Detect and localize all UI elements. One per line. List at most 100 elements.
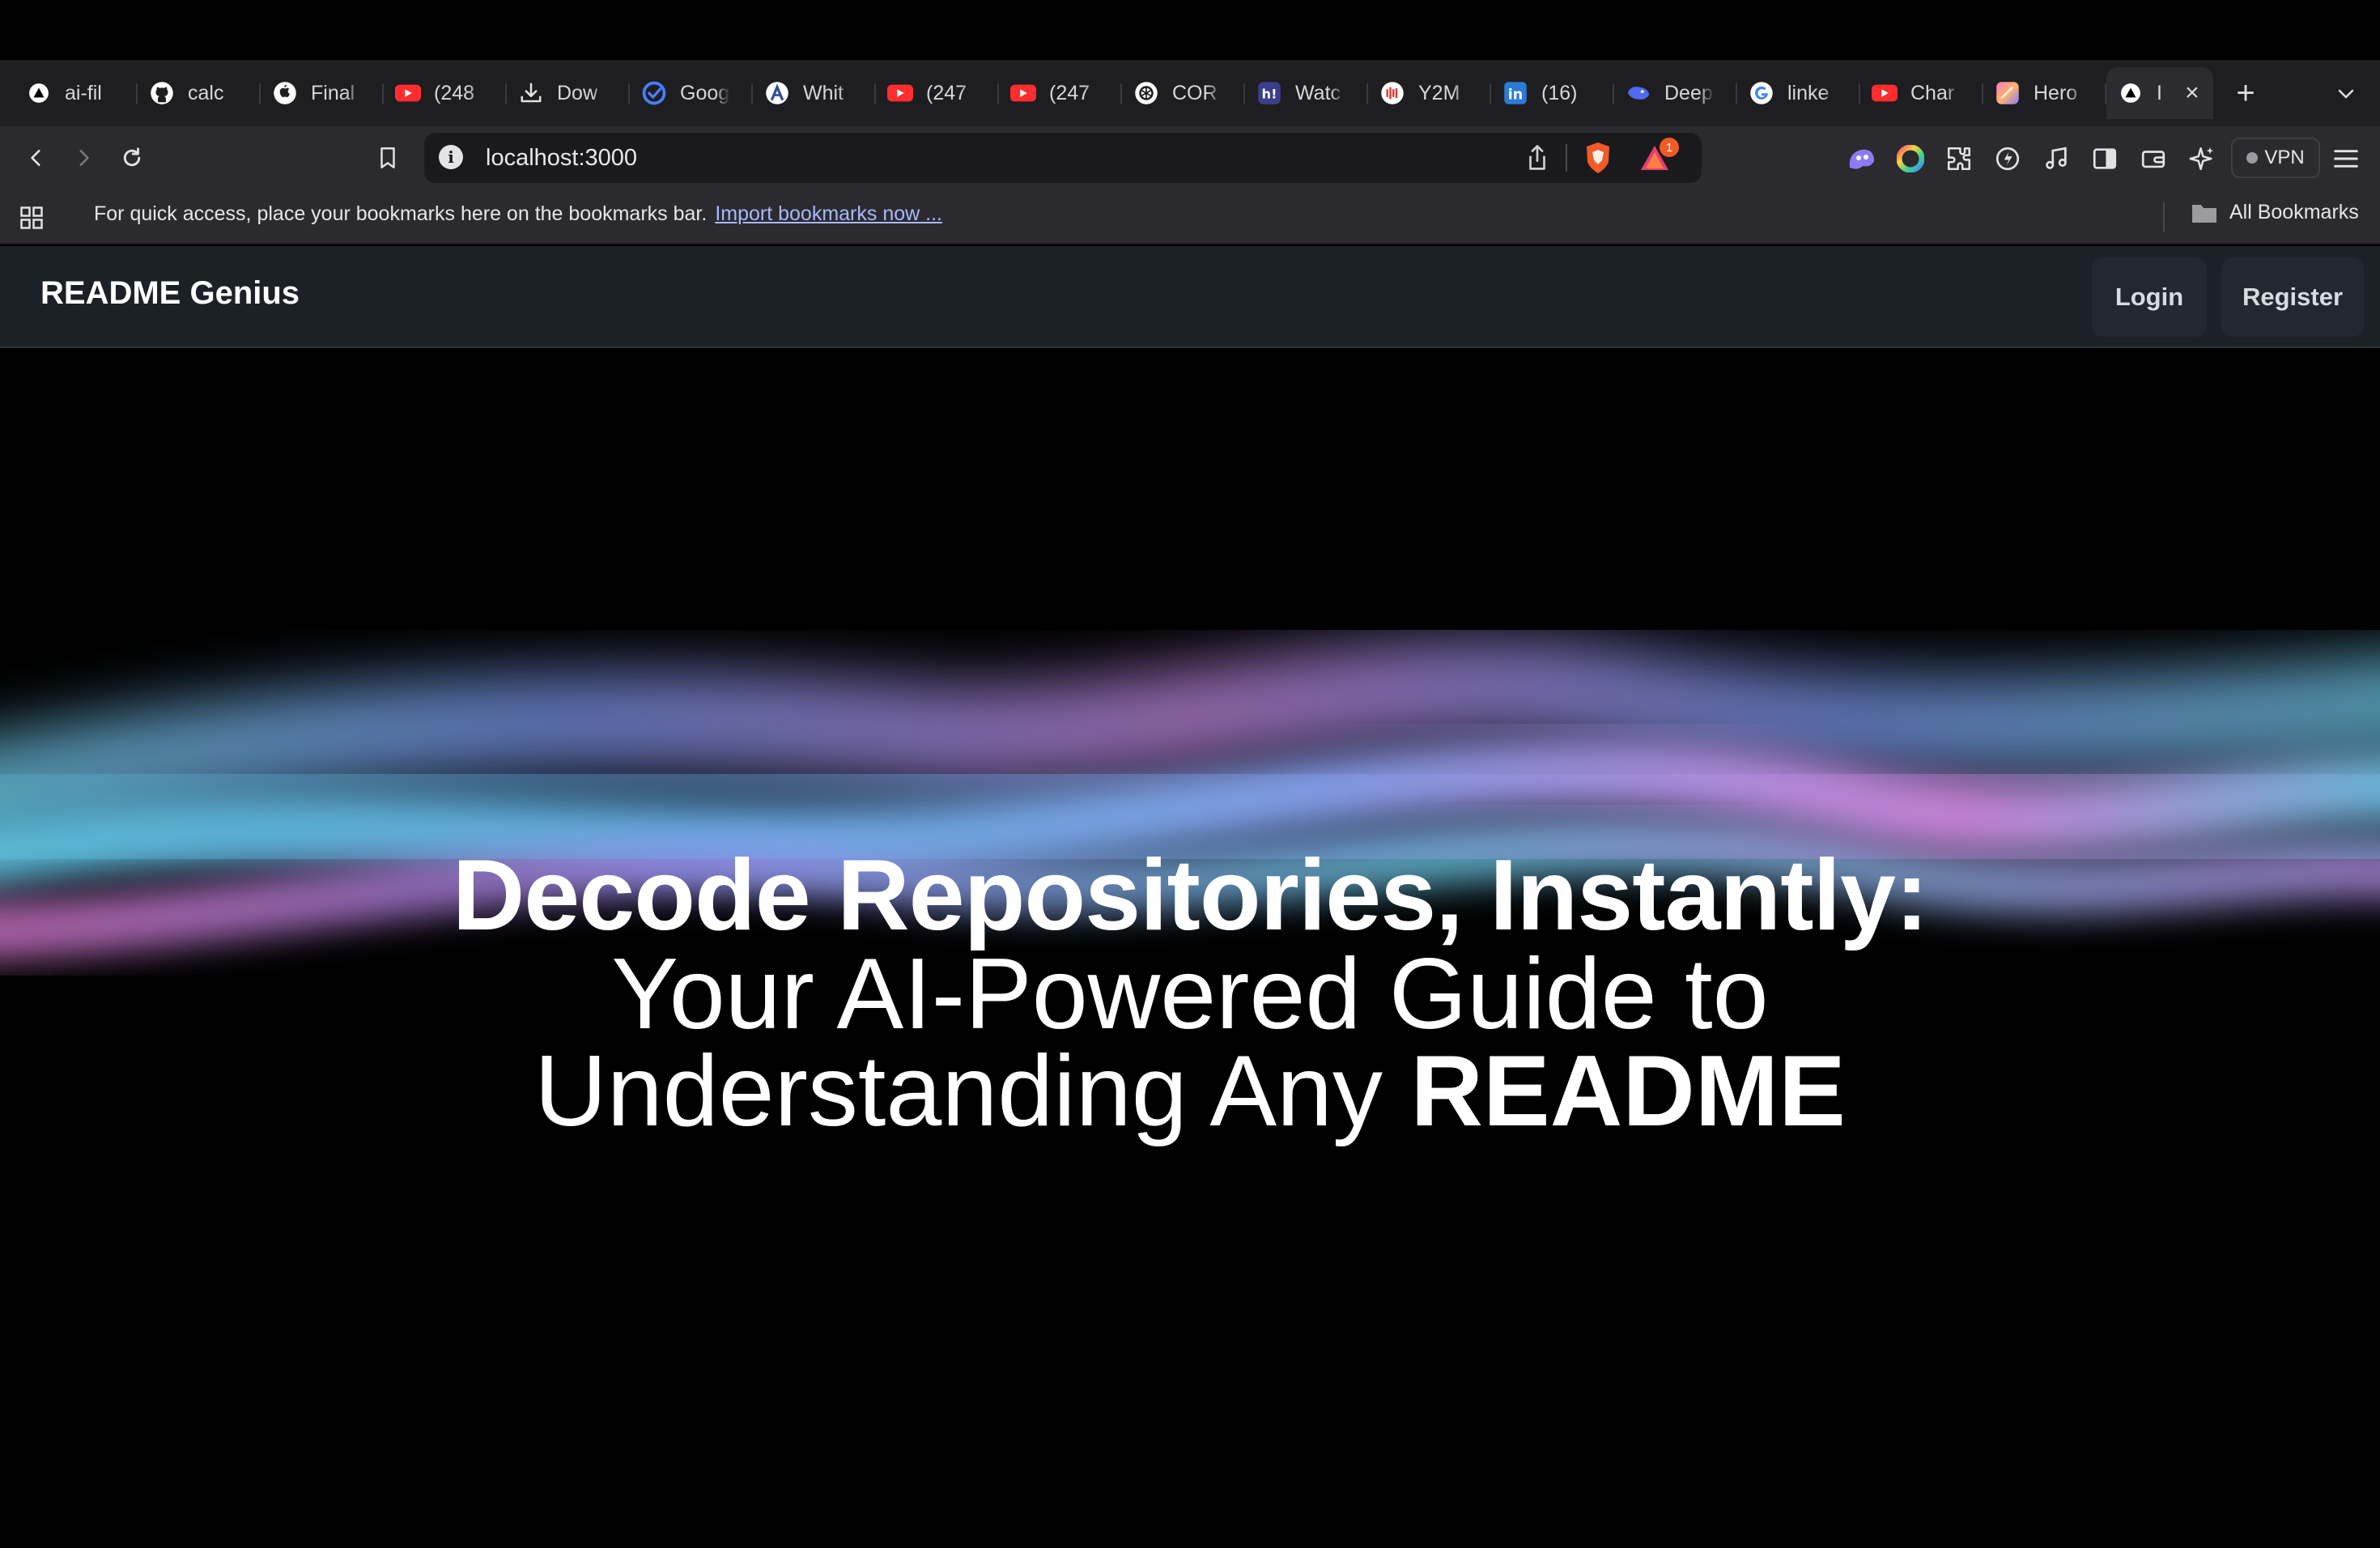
address-bar[interactable]: i localhost:3000 1 (424, 133, 1702, 183)
tab-list: ai-fil calc Final (248 Dow Goog Whit (247 (247 CO… (15, 67, 2213, 119)
vercel-icon (2118, 80, 2144, 106)
tab[interactable]: h! Watc (1245, 67, 1368, 119)
arc-icon (764, 80, 790, 106)
hashnode-icon: h! (1256, 80, 1282, 106)
vpn-label: VPN (2264, 147, 2305, 168)
tab-title: (247 (926, 81, 967, 104)
tab-title: linke (1787, 81, 1830, 104)
tab-title: (16) (1541, 81, 1578, 104)
linkedin-icon: in (1502, 80, 1528, 106)
tab[interactable]: (247 (876, 67, 999, 119)
gradient-icon (1995, 80, 2021, 106)
tab-bar: ai-fil calc Final (248 Dow Goog Whit (247 (247 CO… (0, 60, 2380, 126)
apps-grid-icon[interactable] (19, 206, 44, 234)
tab[interactable]: Final (261, 67, 384, 119)
bookmarks-hint-text: For quick access, place your bookmarks h… (94, 202, 708, 225)
share-icon[interactable] (1525, 144, 1549, 176)
headline-line-3: Understanding Any README (0, 1041, 2380, 1142)
hero-section: Decode Repositories, Instantly: Your AI-… (0, 350, 2380, 1548)
tab-close-icon[interactable]: × (2182, 79, 2202, 106)
tab[interactable]: Deep (1614, 67, 1737, 119)
address-divider (1566, 144, 1567, 172)
openai-icon (1133, 80, 1159, 106)
url-text[interactable]: localhost:3000 (486, 145, 637, 172)
tab[interactable]: ai-fil (15, 67, 138, 119)
tab-title: Final (311, 81, 355, 104)
browser-toolbar: i localhost:3000 1 VPN (0, 126, 2380, 189)
window-top-strip (0, 0, 2380, 60)
brave-shields-icon[interactable] (1582, 141, 1614, 179)
tab-title: I (2157, 81, 2162, 104)
brave-rewards-icon[interactable]: 1 (1638, 138, 1679, 177)
tab[interactable]: (247 (999, 67, 1122, 119)
back-button[interactable] (18, 139, 55, 176)
folder-icon (2192, 204, 2216, 223)
tab[interactable]: Hero (1983, 67, 2106, 119)
bookmark-icon (380, 147, 395, 169)
youtube-icon (887, 80, 913, 106)
tab[interactable]: in (16) (1491, 67, 1614, 119)
all-bookmarks-button[interactable]: All Bookmarks (2191, 201, 2359, 224)
headline-line-3-prefix: Understanding Any (534, 1036, 1411, 1147)
tab-title: Hero (2034, 81, 2078, 104)
svg-text:in: in (1508, 87, 1523, 104)
tab-title: Y2M (1418, 81, 1460, 104)
tab-title: (248 (434, 81, 475, 104)
google-icon (1749, 80, 1774, 106)
menu-hamburger-icon[interactable] (2328, 141, 2364, 176)
back-arrow-icon (31, 150, 40, 166)
google-check-icon (641, 80, 667, 106)
hero-headline: Decode Repositories, Instantly: Your AI-… (0, 845, 2380, 1142)
youtube-icon (1872, 80, 1898, 106)
reload-icon (123, 147, 141, 167)
tab-title: COR (1172, 81, 1218, 104)
vpn-status-dot (2246, 152, 2259, 164)
tab[interactable]: linke (1737, 67, 1860, 119)
tab-active[interactable]: I × (2106, 67, 2213, 119)
download-icon (518, 80, 544, 106)
site-brand[interactable]: README Genius (40, 275, 300, 312)
tab[interactable]: (248 (384, 67, 507, 119)
tab[interactable]: Char (1860, 67, 1983, 119)
sidebar-toggle-icon[interactable] (2087, 141, 2123, 176)
reload-button[interactable] (113, 139, 151, 176)
bookmarks-message: For quick access, place your bookmarks h… (94, 202, 942, 226)
color-wheel-extension-icon[interactable] (1893, 141, 1928, 176)
tab-title: (247 (1049, 81, 1090, 104)
import-bookmarks-link[interactable]: Import bookmarks now ... (715, 202, 942, 225)
headline-line-2: Your AI-Powered Guide to (611, 938, 1769, 1050)
youtube-icon (395, 80, 421, 106)
leo-icon[interactable] (1844, 141, 1880, 176)
bookmarks-bar: For quick access, place your bookmarks h… (0, 189, 2380, 245)
wallet-icon[interactable] (2136, 141, 2171, 176)
headline-readme-word: README (1410, 1036, 1846, 1147)
tab[interactable]: Y2M (1368, 67, 1491, 119)
register-button[interactable]: Register (2221, 257, 2364, 337)
site-info-icon[interactable]: i (439, 145, 463, 169)
tab-title: Watc (1295, 81, 1341, 104)
speed-reader-icon[interactable] (1990, 141, 2025, 176)
vpn-button[interactable]: VPN (2231, 138, 2320, 178)
tab[interactable]: calc (138, 67, 261, 119)
tab[interactable]: Dow (507, 67, 630, 119)
apple-icon (272, 80, 298, 106)
bookmark-page-button[interactable] (369, 139, 406, 176)
login-button[interactable]: Login (2092, 257, 2207, 337)
tab[interactable]: Goog (630, 67, 753, 119)
tab[interactable]: Whit (753, 67, 876, 119)
deepseek-icon (1626, 80, 1651, 106)
forward-button[interactable] (65, 139, 102, 176)
extensions-puzzle-icon[interactable] (1941, 141, 1977, 176)
tab-search-chevron-icon[interactable] (2328, 76, 2364, 112)
tab-title: Goog (680, 81, 730, 104)
tab-title: ai-fil (65, 81, 102, 104)
new-tab-button[interactable]: + (2221, 69, 2270, 117)
music-note-icon[interactable] (2038, 141, 2074, 176)
ai-sparkle-icon[interactable] (2184, 141, 2220, 176)
tab-title: calc (188, 81, 224, 104)
tab[interactable]: COR (1122, 67, 1245, 119)
bookmarks-divider (2163, 202, 2165, 232)
wave-ribbon-glow (0, 706, 2380, 927)
svg-text:h!: h! (1262, 86, 1277, 101)
tab-title: Deep (1664, 81, 1713, 104)
